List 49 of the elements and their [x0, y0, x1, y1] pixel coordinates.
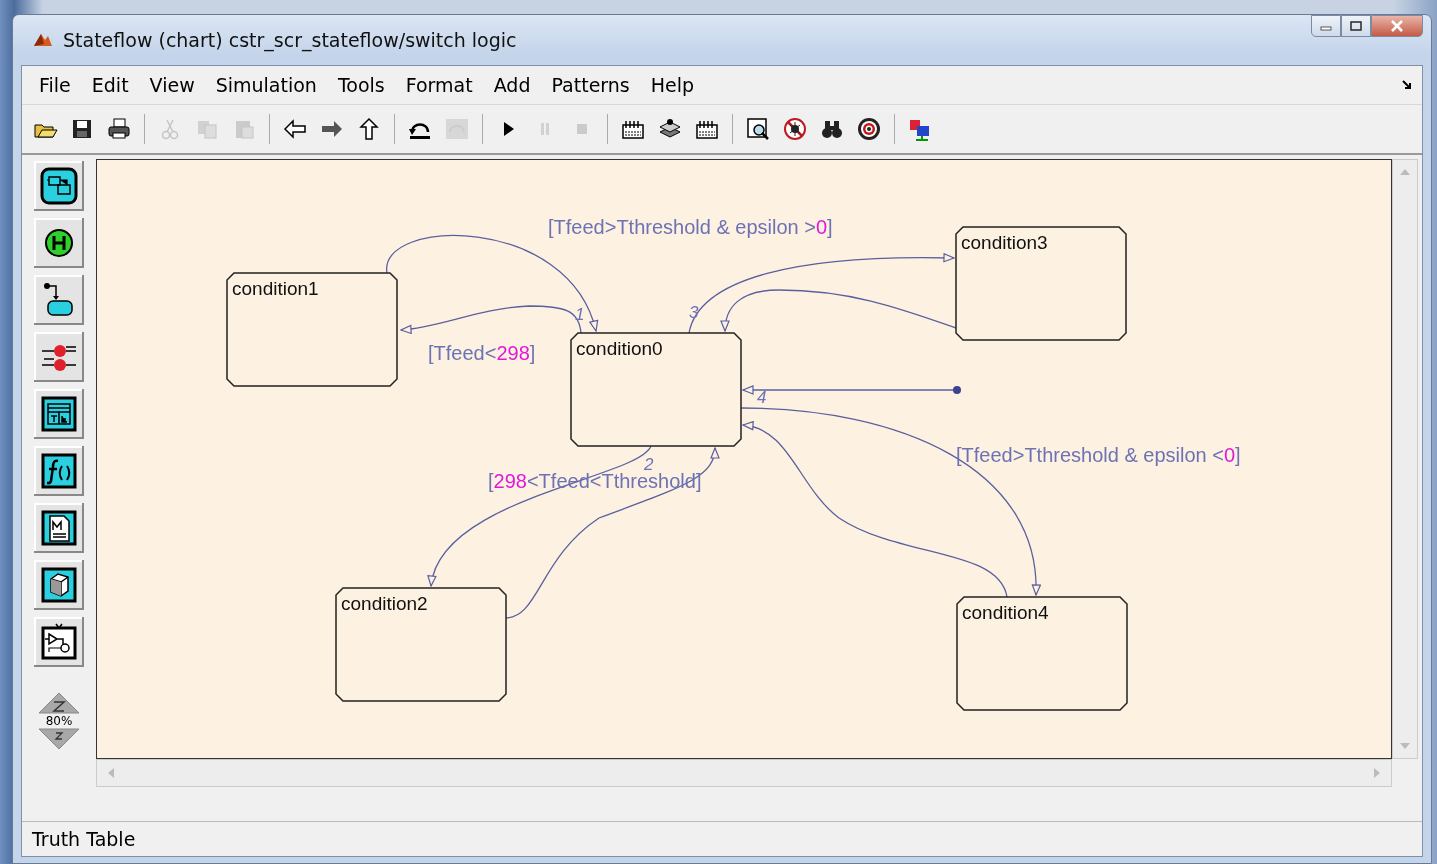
menu-item[interactable]: Format: [396, 74, 482, 96]
zoom-out-button[interactable]: [38, 728, 80, 750]
history-tool-icon[interactable]: [34, 218, 84, 268]
junction-tool-icon[interactable]: [34, 332, 84, 382]
state-block[interactable]: [226, 272, 398, 387]
state-block[interactable]: [570, 332, 742, 447]
state-name: condition1: [232, 278, 319, 299]
transition-condition: [Tfeed>Tthreshold & epsilon <0]: [956, 444, 1241, 466]
transition-condition: [Tfeed>Tthreshold & epsilon >0]: [548, 216, 833, 238]
truthtable-tool-icon[interactable]: [34, 389, 84, 439]
state-block[interactable]: [955, 226, 1127, 341]
state-name: condition3: [961, 232, 1048, 253]
transition-condition: [Tfeed<298]: [428, 342, 536, 364]
menu-item[interactable]: View: [140, 74, 204, 96]
transition-arrow[interactable]: [400, 305, 582, 334]
maximize-button[interactable]: [1341, 15, 1371, 37]
mfile-tool-icon[interactable]: [34, 503, 84, 553]
state-block[interactable]: [335, 587, 507, 702]
maximize-icon: [1350, 21, 1362, 31]
state-tool-icon[interactable]: [34, 161, 84, 211]
transition-order-number: 4: [757, 388, 767, 407]
menu-item[interactable]: Edit: [82, 74, 138, 96]
minimize-button[interactable]: [1311, 15, 1341, 37]
state-name: condition2: [341, 593, 428, 614]
menu-item[interactable]: Add: [484, 74, 540, 96]
transition-order-number: 2: [644, 455, 654, 474]
transition-order-number: 3: [689, 303, 699, 322]
state-name: condition4: [962, 602, 1049, 623]
zoom-in-button[interactable]: [38, 692, 80, 714]
status-text: Truth Table: [32, 828, 136, 850]
box-tool-icon[interactable]: [34, 560, 84, 610]
menu-item[interactable]: Help: [641, 74, 704, 96]
default-tool-icon[interactable]: [34, 275, 84, 325]
simulink-tool-icon[interactable]: [34, 617, 84, 667]
transition-arrow[interactable]: [688, 253, 955, 334]
window-title: Stateflow (chart) cstr_scr_stateflow/switch logic: [63, 29, 517, 51]
dock-arrow-icon[interactable]: [1402, 80, 1412, 90]
zoom-level: 80%: [45, 714, 73, 728]
close-icon: [1390, 20, 1404, 32]
transition-arrow[interactable]: [720, 289, 957, 332]
state-name: condition0: [576, 338, 663, 359]
menu-item[interactable]: Tools: [328, 74, 394, 96]
function-tool-icon[interactable]: [34, 446, 84, 496]
menu-item[interactable]: Patterns: [542, 74, 639, 96]
close-button[interactable]: [1371, 15, 1423, 37]
state-block[interactable]: [956, 596, 1128, 711]
transition-order-number: 1: [575, 305, 585, 324]
menu-item[interactable]: File: [30, 74, 80, 96]
menu-item[interactable]: Simulation: [206, 74, 326, 96]
